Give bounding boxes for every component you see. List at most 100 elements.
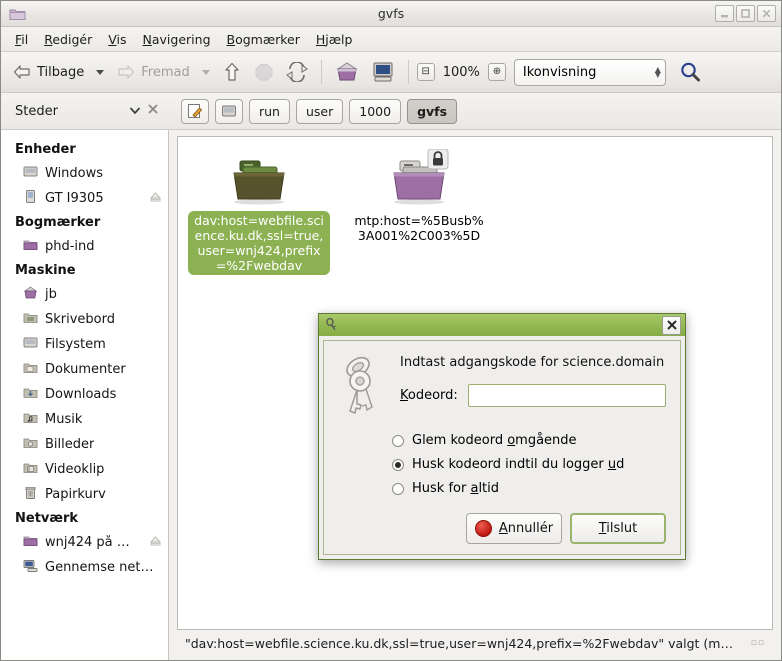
eject-icon[interactable] xyxy=(149,534,162,551)
places-sidebar: Enheder Windows GT I9305 Bogmærker phd-i… xyxy=(1,130,169,660)
places-title: Steder xyxy=(15,103,58,119)
radio-indicator xyxy=(392,434,404,447)
sidebar-item-dokumenter[interactable]: Dokumenter xyxy=(1,357,168,382)
radio-forget-immediately[interactable]: Glem kodeord omgående xyxy=(392,433,666,448)
menu-bogmaerker[interactable]: Bogmærker xyxy=(219,29,308,50)
menu-rediger[interactable]: Redigér xyxy=(36,29,100,50)
sidebar-item-videoklip[interactable]: Videoklip xyxy=(1,457,168,482)
close-pane-icon[interactable] xyxy=(147,103,159,119)
chevron-down-icon xyxy=(96,69,105,75)
phone-icon xyxy=(23,189,38,208)
back-history-dropdown[interactable] xyxy=(91,67,109,78)
file-item[interactable]: mtp:host=%5Busb%3A001%2C003%5D xyxy=(348,149,490,275)
arrow-left-icon xyxy=(13,65,30,79)
edit-location-icon xyxy=(188,104,203,118)
folder-documents-icon xyxy=(23,360,38,379)
close-button[interactable] xyxy=(757,5,776,22)
breadcrumb-item-run[interactable]: run xyxy=(249,98,290,124)
stop-icon xyxy=(255,64,273,81)
filesystem-button[interactable] xyxy=(215,98,243,124)
home-folder-icon xyxy=(23,285,38,304)
menu-fil[interactable]: Fil xyxy=(7,29,36,50)
sidebar-item-label: Downloads xyxy=(45,387,117,402)
sidebar-item-phd-ind[interactable]: phd-ind xyxy=(1,234,168,259)
search-button[interactable] xyxy=(674,58,706,86)
sidebar-item-skrivebord[interactable]: Skrivebord xyxy=(1,307,168,332)
radio-indicator xyxy=(392,458,404,471)
sidebar-item-downloads[interactable]: Downloads xyxy=(1,382,168,407)
sidebar-item-musik[interactable]: Musik xyxy=(1,407,168,432)
edit-location-button[interactable] xyxy=(181,98,209,124)
connect-button[interactable]: Tilslut xyxy=(570,513,666,544)
sidebar-item-label: Windows xyxy=(45,166,104,181)
menu-vis[interactable]: Vis xyxy=(100,29,134,50)
window-titlebar: gvfs xyxy=(1,1,781,27)
maximize-button[interactable] xyxy=(736,5,755,22)
menu-hjaelp[interactable]: Hjælp xyxy=(308,29,361,50)
file-manager-window: gvfs Fil Redigér Vis Navigering Bogmærke… xyxy=(0,0,782,661)
sidebar-item-windows[interactable]: Windows xyxy=(1,161,168,186)
menu-navigering[interactable]: Navigering xyxy=(135,29,219,50)
statusbar-text: "dav:host=webfile.science.ku.dk,ssl=true… xyxy=(185,635,733,651)
sidebar-group-maskine: Maskine xyxy=(15,263,76,278)
sidebar-item-label: Gennemse net… xyxy=(45,560,154,575)
window-folder-icon xyxy=(7,5,27,23)
radio-remember-until-logout[interactable]: Husk kodeord indtil du logger ud xyxy=(392,457,666,472)
forward-history-dropdown[interactable] xyxy=(197,67,215,78)
password-input[interactable] xyxy=(467,384,666,407)
sidebar-group-netvaerk: Netværk xyxy=(15,511,79,526)
forward-button[interactable]: Fremad xyxy=(111,59,194,85)
chevron-down-icon[interactable] xyxy=(129,104,141,118)
reload-icon xyxy=(285,62,308,82)
file-item[interactable]: dav:host=webfile.science.ku.dk,ssl=true,… xyxy=(188,149,330,275)
breadcrumb: run user 1000 gvfs xyxy=(169,98,458,124)
sidebar-item-filsystem[interactable]: Filsystem xyxy=(1,332,168,357)
computer-button[interactable] xyxy=(366,58,400,86)
breadcrumb-item-user[interactable]: user xyxy=(295,98,344,124)
minimize-button[interactable] xyxy=(715,5,734,22)
sidebar-item-gt-i9305[interactable]: GT I9305 xyxy=(1,186,168,211)
sidebar-item-papirkurv[interactable]: Papirkurv xyxy=(1,482,168,507)
dialog-close-button[interactable] xyxy=(662,315,681,335)
home-folder-icon xyxy=(336,62,358,81)
password-dialog: Indtast adgangskode for science.domain K… xyxy=(318,313,686,560)
cancel-button[interactable]: Annullér xyxy=(466,513,562,544)
reload-button[interactable] xyxy=(281,59,313,85)
sidebar-item-gennemse-netvaerk[interactable]: Gennemse net… xyxy=(1,555,168,580)
sidebar-item-jb[interactable]: jb xyxy=(1,282,168,307)
sidebar-item-billeder[interactable]: Billeder xyxy=(1,432,168,457)
arrow-right-icon xyxy=(118,65,135,79)
menubar: Fil Redigér Vis Navigering Bogmærker Hjæ… xyxy=(1,27,781,52)
resize-grip[interactable]: ▫▫ xyxy=(751,638,765,648)
sidebar-item-wnj424[interactable]: wnj424 på … xyxy=(1,530,168,555)
breadcrumb-item-gvfs[interactable]: gvfs xyxy=(407,98,458,124)
back-button[interactable]: Tilbage xyxy=(7,59,89,85)
trash-icon xyxy=(23,485,38,504)
back-label: Tilbage xyxy=(37,64,85,80)
password-remember-options: Glem kodeord omgående Husk kodeord indti… xyxy=(392,433,666,496)
connect-label: Tilslut xyxy=(598,521,638,536)
window-controls xyxy=(715,5,776,22)
up-button[interactable] xyxy=(217,58,247,86)
view-mode-value: Ikonvisning xyxy=(522,64,597,80)
cancel-label: Annullér xyxy=(498,521,554,536)
dialog-buttons: Annullér Tilslut xyxy=(334,505,666,544)
eject-icon[interactable] xyxy=(149,190,162,207)
sidebar-item-label: Musik xyxy=(45,412,83,427)
network-icon xyxy=(23,558,38,577)
home-button[interactable] xyxy=(330,58,364,86)
breadcrumb-item-1000[interactable]: 1000 xyxy=(349,98,402,124)
sidebar-item-label: Skrivebord xyxy=(45,312,116,327)
stop-button[interactable] xyxy=(249,59,279,85)
radio-remember-forever[interactable]: Husk for altid xyxy=(392,481,666,496)
view-mode-select[interactable]: Ikonvisning ▲ ▼ xyxy=(513,58,666,86)
computer-icon xyxy=(373,62,393,82)
zoom-out-button[interactable]: ⊟ xyxy=(416,63,435,81)
zoom-in-button[interactable]: ⊕ xyxy=(487,63,506,81)
statusbar: "dav:host=webfile.science.ku.dk,ssl=true… xyxy=(177,630,773,656)
sidebar-item-label: Filsystem xyxy=(45,337,106,352)
sidebar-item-label: Billeder xyxy=(45,437,95,452)
folder-purple-icon xyxy=(348,149,490,207)
keyring-icon xyxy=(334,351,390,419)
location-bar: Steder run user 1000 gvfs xyxy=(1,93,781,130)
